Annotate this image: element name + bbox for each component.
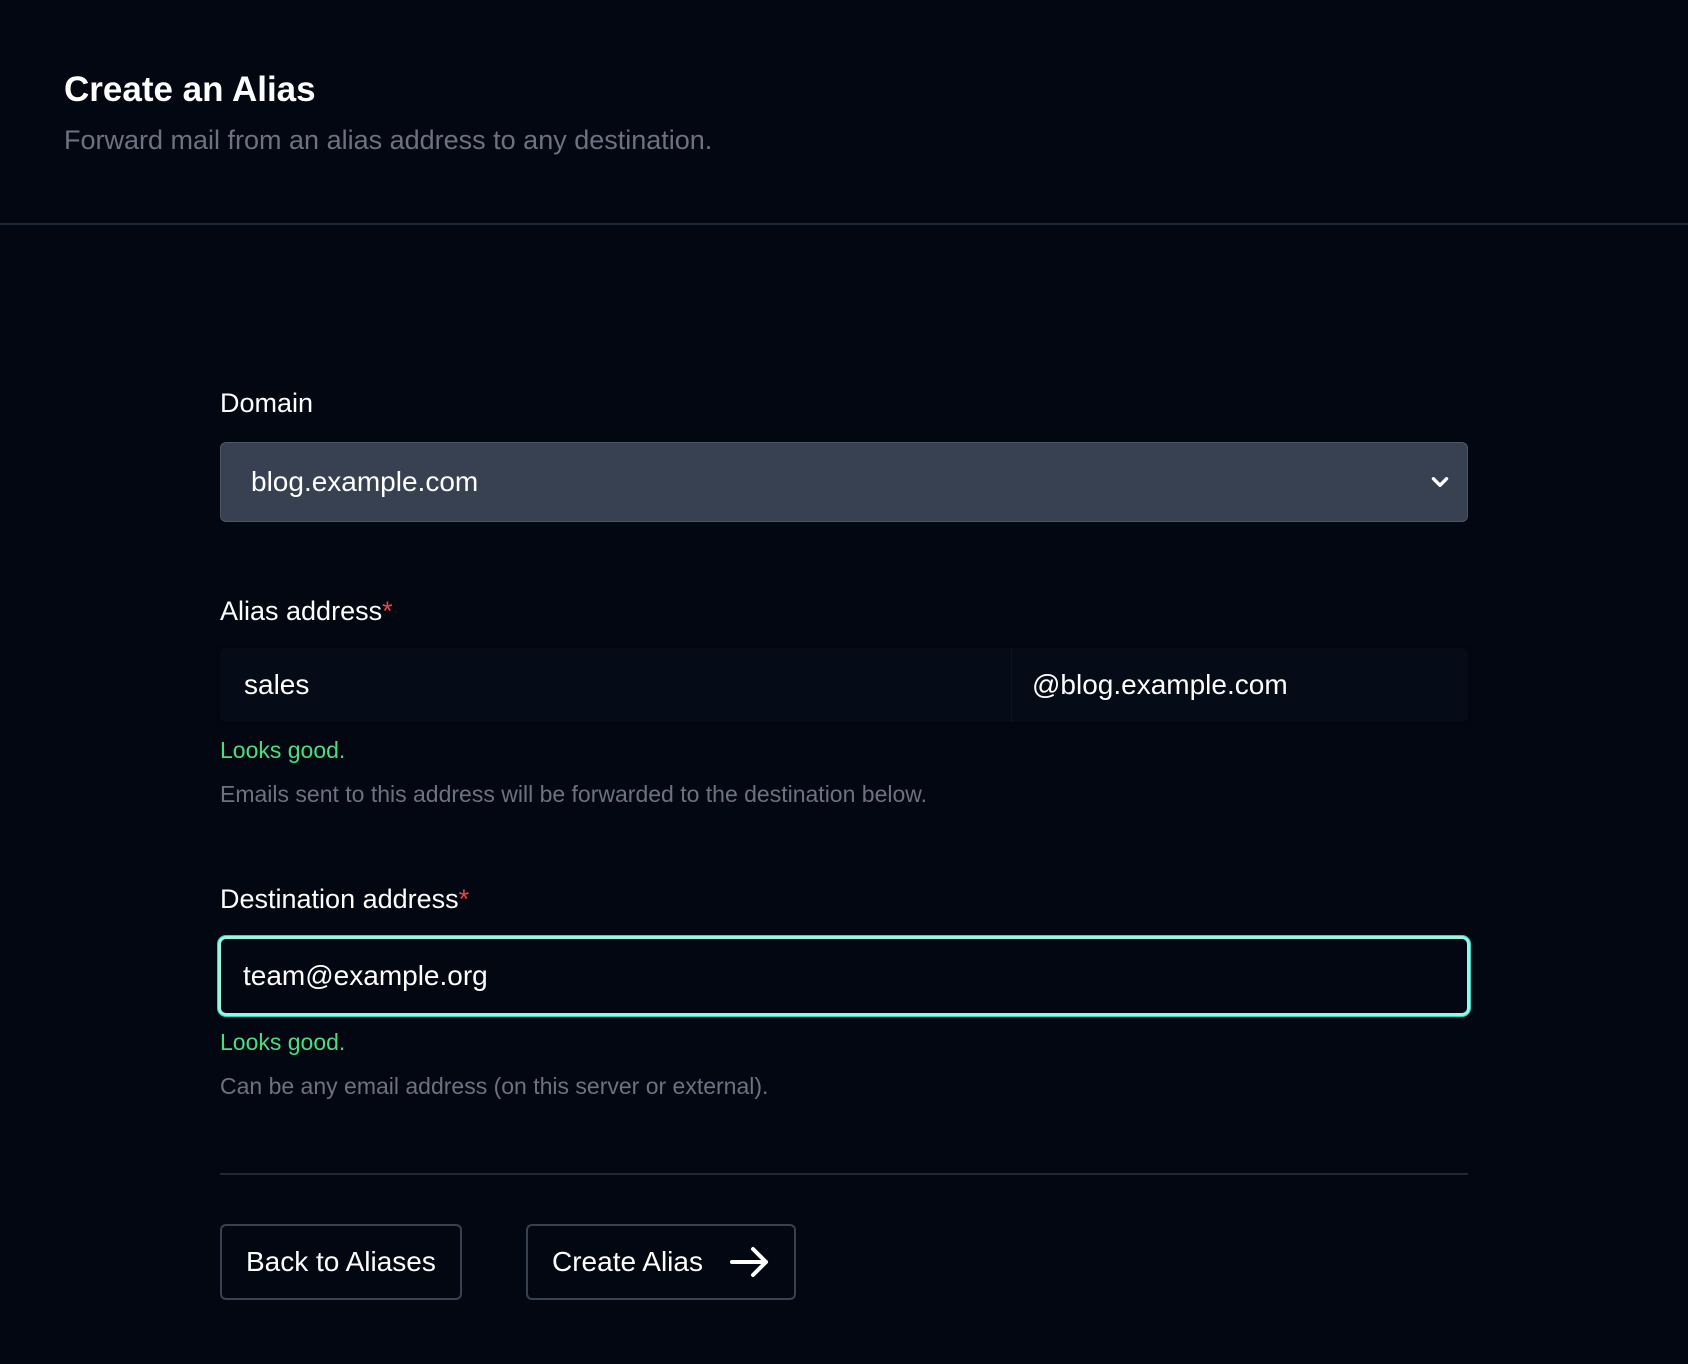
destination-label-text: Destination address xyxy=(220,884,459,914)
alias-help-text: Emails sent to this address will be forw… xyxy=(220,781,927,807)
alias-input[interactable]: sales xyxy=(220,648,1012,722)
domain-selected-value: blog.example.com xyxy=(251,466,479,497)
destination-input-value: team@example.org xyxy=(243,960,488,991)
create-alias-label: Create Alias xyxy=(552,1246,703,1277)
form-divider xyxy=(220,1173,1468,1175)
alias-valid-message: Looks good. xyxy=(220,737,346,763)
back-to-aliases-label: Back to Aliases xyxy=(246,1246,436,1277)
alias-label: Alias address* xyxy=(220,596,393,627)
domain-select[interactable]: blog.example.com xyxy=(220,442,1468,522)
back-to-aliases-button[interactable]: Back to Aliases xyxy=(220,1224,462,1300)
destination-required-mark: * xyxy=(458,884,470,914)
alias-label-text: Alias address xyxy=(220,596,383,626)
alias-required-mark: * xyxy=(382,596,393,626)
arrow-right-icon xyxy=(729,1247,768,1277)
destination-help-text: Can be any email address (on this server… xyxy=(220,1073,769,1099)
alias-input-group: sales @blog.example.com xyxy=(220,648,1468,722)
page-title: Create an Alias xyxy=(64,70,316,109)
page-subtitle: Forward mail from an alias address to an… xyxy=(64,125,713,155)
destination-label: Destination address* xyxy=(220,884,469,915)
page-header: Create an Alias Forward mail from an ali… xyxy=(0,0,1688,225)
destination-input[interactable]: team@example.org xyxy=(218,936,1470,1016)
alias-input-value: sales xyxy=(244,669,310,700)
create-alias-button[interactable]: Create Alias xyxy=(526,1224,796,1300)
domain-label-text: Domain xyxy=(220,388,314,418)
domain-label: Domain xyxy=(220,388,313,419)
alias-domain-suffix-text: @blog.example.com xyxy=(1032,669,1288,700)
alias-domain-suffix: @blog.example.com xyxy=(1012,648,1468,722)
destination-valid-message: Looks good. xyxy=(220,1029,346,1055)
chevron-down-icon xyxy=(1431,477,1449,487)
